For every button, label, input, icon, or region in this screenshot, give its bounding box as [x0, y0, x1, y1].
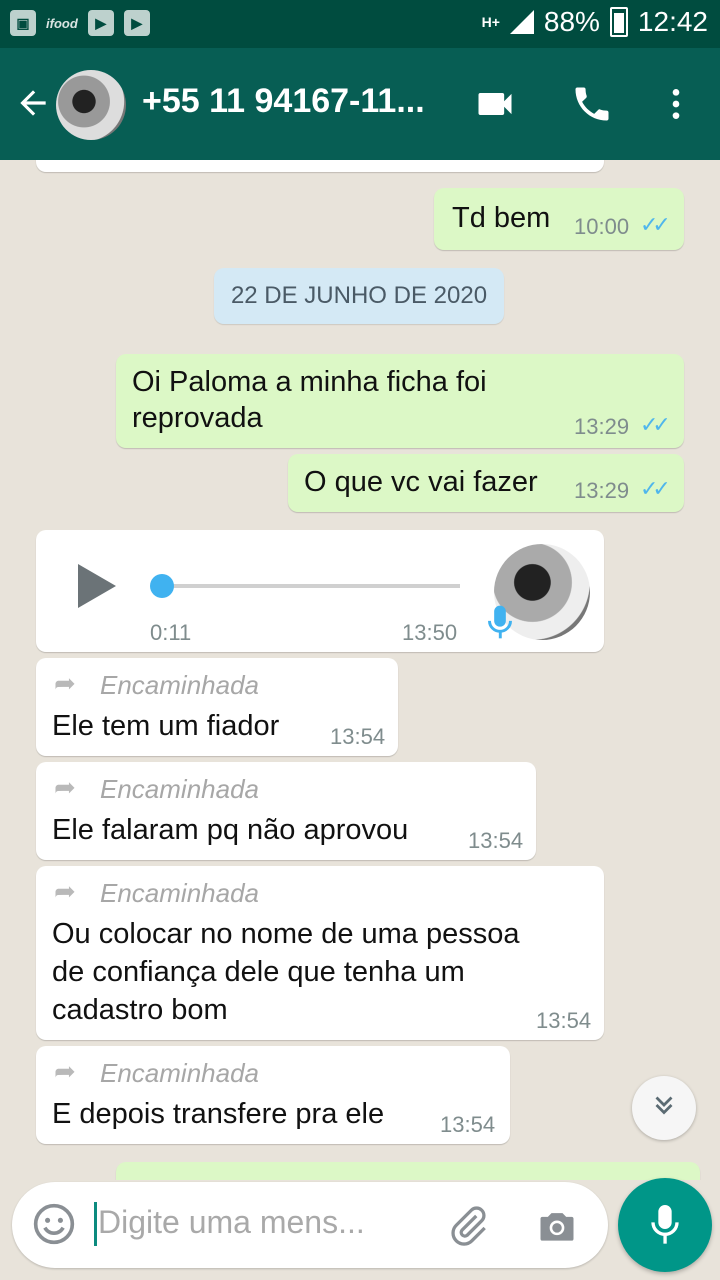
forwarded-label: Encaminhada — [100, 1058, 259, 1088]
message-time: 13:54 — [536, 1008, 592, 1033]
chat-area[interactable]: Td bem 10:00 ✓✓ 22 DE JUNHO DE 2020 Oi P… — [0, 160, 720, 1180]
forwarded-message-bubble[interactable]: ➦ Encaminhada Ele tem um fiador 13:54 — [36, 658, 398, 756]
forward-arrow-icon: ➦ — [54, 772, 76, 802]
network-type: H+ — [481, 14, 500, 30]
phone-icon[interactable] — [570, 82, 614, 126]
message-text-line: Oi Paloma a minha ficha foi — [132, 366, 487, 398]
forward-arrow-icon: ➦ — [54, 1056, 76, 1086]
signal-icon — [509, 10, 534, 34]
clock: 12:42 — [637, 6, 708, 37]
message-time: 13:29 — [574, 414, 630, 439]
message-text: E depois transfere pra ele — [52, 1098, 385, 1130]
message-time: 13:50 — [402, 620, 458, 645]
contact-avatar[interactable] — [56, 70, 126, 140]
message-text: Ele falaram pq não aprovou — [52, 814, 409, 846]
image-icon: ▣ — [10, 10, 36, 36]
forward-arrow-icon: ➦ — [54, 876, 76, 906]
youtube-icon: ▶ — [123, 10, 150, 36]
battery-percent: 88% — [543, 6, 600, 37]
read-ticks-icon: ✓✓ — [640, 476, 671, 501]
forward-arrow-icon: ➦ — [54, 668, 76, 698]
message-input[interactable]: Digite uma mens... — [98, 1204, 365, 1241]
message-text: O que vc vai fazer — [304, 466, 538, 498]
message-text-line: cadastro bom — [52, 994, 228, 1026]
scroll-down-button[interactable] — [632, 1076, 696, 1140]
mic-icon — [649, 1202, 681, 1253]
message-text: Td bem — [452, 202, 551, 234]
camera-icon[interactable] — [534, 1204, 580, 1253]
read-ticks-icon: ✓✓ — [640, 212, 671, 237]
message-text: Ele tem um fiador — [52, 710, 280, 742]
emoji-icon[interactable] — [32, 1202, 76, 1251]
voice-record-button[interactable] — [618, 1178, 712, 1272]
audio-progress-knob[interactable] — [150, 574, 174, 598]
message-text-line: Ou colocar no nome de uma pessoa — [52, 918, 520, 950]
date-chip: 22 DE JUNHO DE 2020 — [214, 268, 504, 324]
message-time: 13:54 — [330, 724, 386, 749]
play-icon[interactable] — [78, 564, 116, 608]
forwarded-label: Encaminhada — [100, 670, 259, 700]
message-bubble-outgoing[interactable]: Oi Paloma a minha ficha foi reprovada 13… — [116, 354, 684, 448]
status-bar-left: ▣ ifood ▶ ▶ — [10, 10, 150, 36]
message-text-line: de confiança dele que tenha um — [52, 956, 465, 988]
battery-icon — [609, 7, 628, 37]
back-arrow-icon[interactable] — [14, 84, 52, 129]
more-vert-icon[interactable] — [656, 82, 700, 126]
message-input-bar: Digite uma mens... — [12, 1182, 608, 1268]
forwarded-label: Encaminhada — [100, 878, 259, 908]
chat-toolbar: +55 11 94167-11... — [0, 48, 720, 160]
message-bubble-outgoing[interactable]: Td bem 10:00 ✓✓ — [434, 188, 684, 250]
ifood-icon: ifood — [46, 15, 78, 31]
text-caret — [94, 1202, 97, 1246]
forwarded-message-bubble[interactable]: ➦ Encaminhada Ou colocar no nome de uma … — [36, 866, 604, 1040]
video-call-icon[interactable] — [472, 82, 516, 126]
youtube-icon: ▶ — [87, 10, 114, 36]
message-bubble-outgoing[interactable]: O que vc vai fazer 13:29 ✓✓ — [288, 454, 684, 512]
message-time: 13:29 — [574, 478, 630, 503]
partial-message-bubble — [36, 160, 604, 172]
message-text-line: reprovada — [132, 402, 263, 434]
contact-name[interactable]: +55 11 94167-11... — [142, 82, 425, 121]
status-bar: ▣ ifood ▶ ▶ H+ 88% 12:42 — [0, 0, 720, 48]
audio-message-bubble[interactable]: 0:11 13:50 — [36, 530, 604, 652]
message-time: 13:54 — [440, 1112, 496, 1137]
forwarded-message-bubble[interactable]: ➦ Encaminhada Ele falaram pq não aprovou… — [36, 762, 536, 860]
message-time: 10:00 — [574, 214, 630, 239]
mic-icon — [486, 602, 514, 650]
message-time: 13:54 — [468, 828, 524, 853]
status-bar-right: H+ 88% 12:42 — [482, 6, 708, 38]
attach-icon[interactable] — [446, 1204, 490, 1253]
forwarded-message-bubble[interactable]: ➦ Encaminhada E depois transfere pra ele… — [36, 1046, 510, 1144]
partial-message-bubble — [116, 1162, 700, 1180]
audio-duration: 0:11 — [150, 620, 192, 645]
audio-progress-track[interactable] — [152, 584, 460, 588]
double-chevron-down-icon — [649, 1090, 679, 1127]
read-ticks-icon: ✓✓ — [640, 412, 671, 437]
forwarded-label: Encaminhada — [100, 774, 259, 804]
